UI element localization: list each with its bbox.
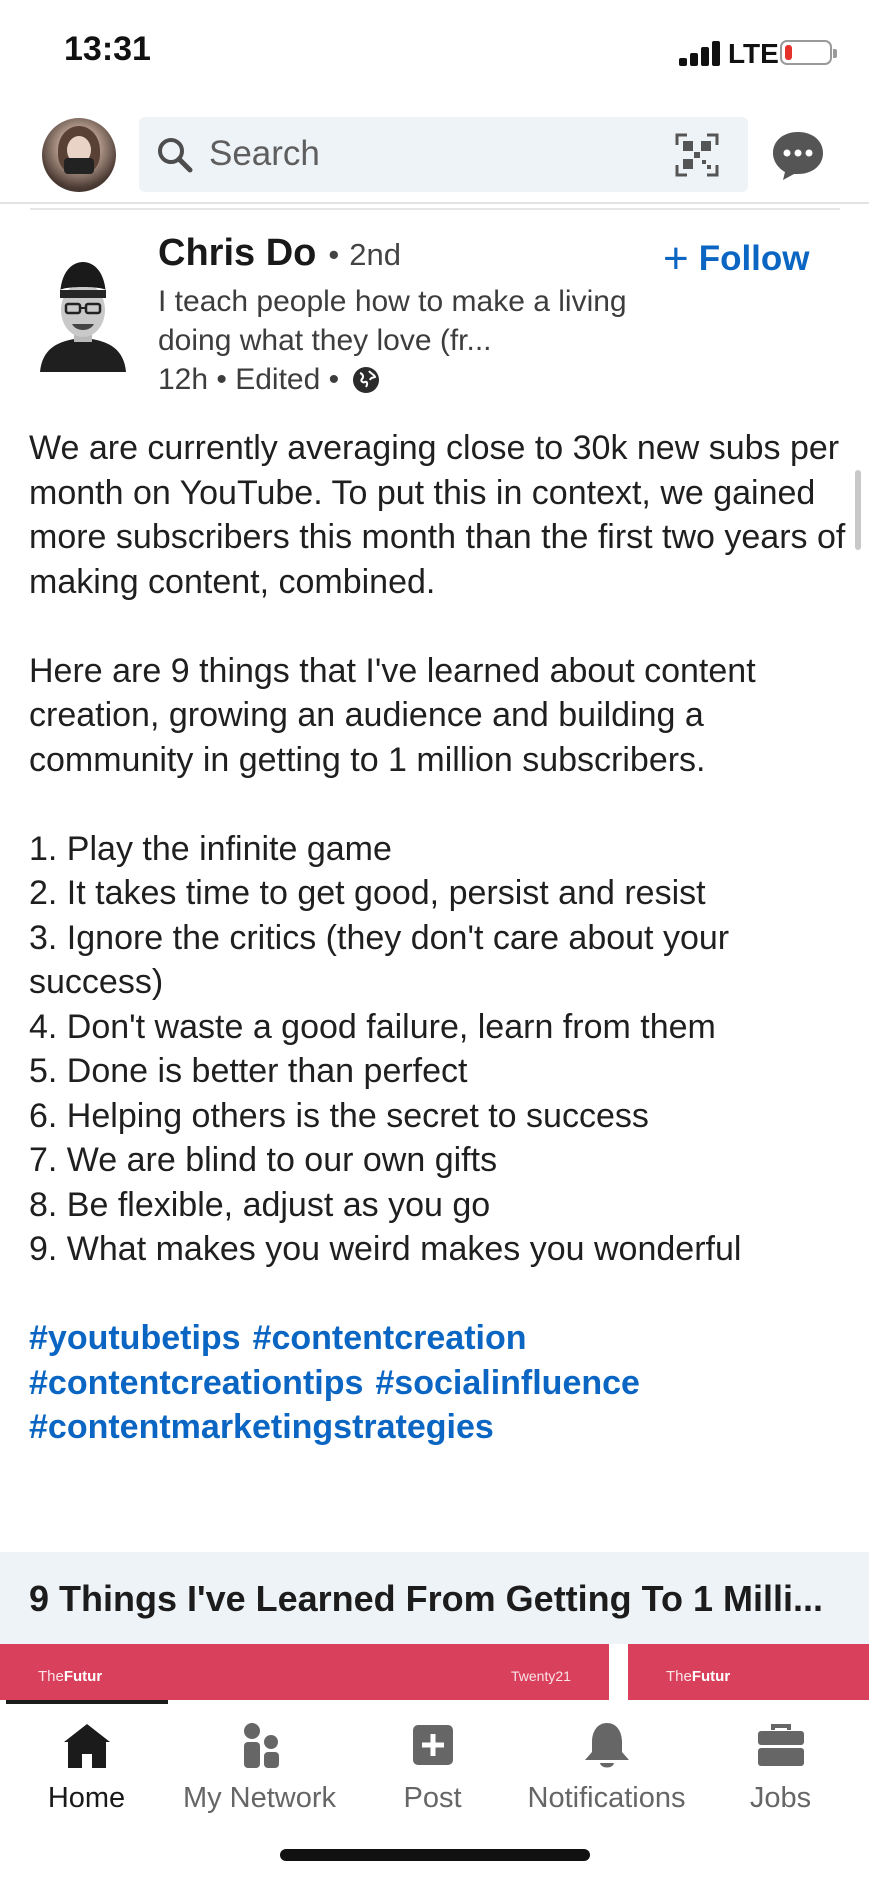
search-input[interactable]	[209, 129, 629, 179]
post-time: 12h • Edited •	[158, 363, 340, 396]
network-label: LTE	[728, 38, 779, 69]
lessons-list: 1. Play the infinite game 2. It takes ti…	[29, 827, 849, 1272]
home-icon	[63, 1724, 110, 1768]
list-item: 3. Ignore the critics (they don't care a…	[29, 918, 730, 1002]
status-bar: 13:31 LTE	[0, 0, 869, 108]
scrollbar[interactable]	[855, 470, 861, 550]
list-item: 4. Don't waste a good failure, learn fro…	[29, 1007, 716, 1046]
hashtag-link[interactable]: #contentcreationtips	[29, 1364, 363, 1402]
post-icon	[412, 1725, 453, 1765]
tab-jobs[interactable]: Jobs	[694, 1712, 867, 1814]
author-headline: I teach people how to make a living doin…	[158, 285, 627, 357]
feed-divider	[30, 208, 840, 210]
list-item: 8. Be flexible, adjust as you go	[29, 1185, 491, 1224]
preview-thumbnail[interactable]: TheFutur Twenty21	[0, 1644, 609, 1700]
hashtag-block: #youtubetips #contentcreation #contentcre…	[29, 1316, 849, 1450]
search-bar[interactable]	[139, 117, 748, 192]
tab-label: Notifications	[527, 1782, 686, 1814]
tab-label: Home	[47, 1782, 126, 1814]
globe-icon	[353, 367, 380, 393]
tab-label: My Network	[182, 1782, 337, 1814]
post-paragraph: We are currently averaging close to 30k …	[29, 429, 846, 601]
separator-dot: •	[328, 237, 340, 272]
network-icon	[243, 1723, 279, 1768]
list-item: 5. Done is better than perfect	[29, 1052, 468, 1090]
tab-label: Post	[403, 1782, 462, 1814]
signal-icon	[679, 40, 723, 66]
thumbnail-brand: TheFutur	[38, 1668, 103, 1685]
post-body: We are currently averaging close to 30k …	[29, 426, 849, 1450]
thumbnail-tag: Twenty21	[511, 1668, 571, 1684]
author-name[interactable]: Chris Do	[158, 232, 316, 275]
home-indicator	[280, 1849, 590, 1861]
profile-avatar[interactable]	[42, 118, 116, 192]
plus-icon: +	[663, 234, 689, 283]
link-preview-title[interactable]: 9 Things I've Learned From Getting To 1 …	[29, 1578, 823, 1620]
messaging-icon[interactable]	[770, 128, 826, 182]
connection-degree: 2nd	[349, 237, 401, 272]
tab-label: Jobs	[749, 1782, 812, 1814]
hashtag-link[interactable]: #youtubetips	[29, 1319, 241, 1357]
bell-icon	[584, 1723, 629, 1768]
top-header	[0, 108, 869, 204]
post-meta: 12h • Edited •	[158, 360, 381, 400]
follow-label: Follow	[698, 239, 810, 278]
tab-post[interactable]: Post	[346, 1712, 519, 1814]
tab-notifications[interactable]: Notifications	[520, 1712, 693, 1814]
status-time: 13:31	[64, 30, 151, 68]
list-item: 1. Play the infinite game	[29, 829, 392, 868]
hashtag-link[interactable]: #contentcreation	[253, 1319, 527, 1357]
author-row: Chris Do • 2nd	[158, 232, 401, 280]
hashtag-link[interactable]: #contentmarketingstrategies	[29, 1408, 494, 1446]
list-item: 7. We are blind to our own gifts	[29, 1141, 498, 1179]
follow-button[interactable]: + Follow	[663, 236, 810, 282]
list-item: 6. Helping others is the secret to succe…	[29, 1096, 649, 1135]
thumbnail-brand: TheFutur	[666, 1668, 731, 1685]
hashtag-link[interactable]: #socialinfluence	[375, 1364, 640, 1402]
preview-thumbnail[interactable]: TheFutur	[628, 1644, 869, 1700]
list-item: 9. What makes you weird makes you wonder…	[29, 1230, 742, 1268]
list-item: 2. It takes time to get good, persist an…	[29, 874, 706, 912]
qr-code-icon[interactable]	[675, 133, 719, 177]
tab-home[interactable]: Home	[0, 1712, 173, 1814]
battery-icon	[780, 40, 837, 65]
author-avatar[interactable]	[36, 254, 130, 372]
search-icon	[158, 138, 193, 173]
active-tab-indicator	[6, 1700, 168, 1704]
link-preview-card[interactable]: 9 Things I've Learned From Getting To 1 …	[0, 1552, 869, 1644]
post-paragraph: Here are 9 things that I've learned abou…	[29, 651, 756, 779]
tab-my-network[interactable]: My Network	[173, 1712, 346, 1814]
briefcase-icon	[757, 1724, 804, 1766]
thumbnail-strip: TheFutur Twenty21 TheFutur	[0, 1644, 869, 1700]
